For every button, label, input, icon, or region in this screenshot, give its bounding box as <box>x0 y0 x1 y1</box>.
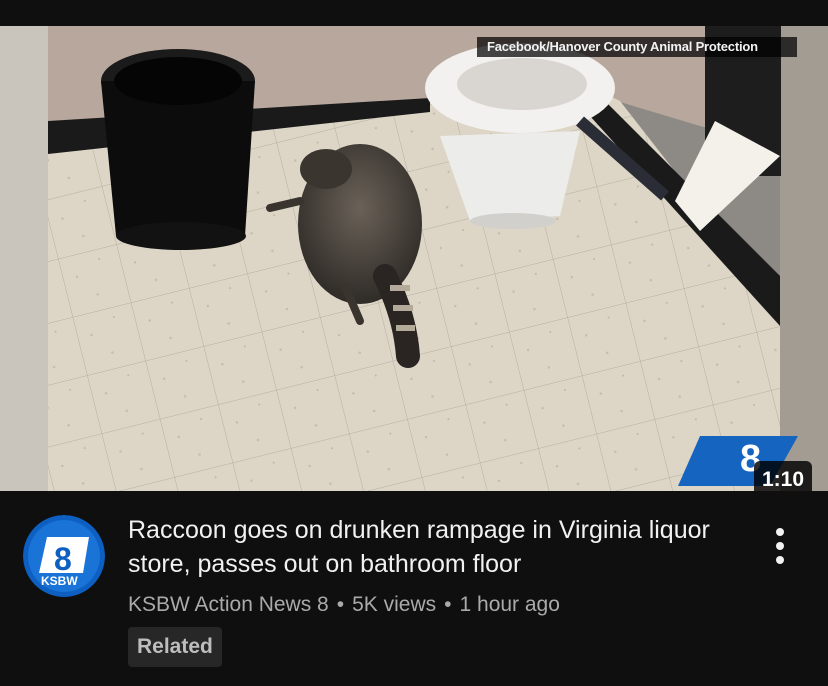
upload-age: 1 hour ago <box>459 593 560 616</box>
more-vertical-icon <box>776 528 784 536</box>
more-options-button[interactable] <box>762 526 798 566</box>
duration-badge: 1:10 <box>753 461 812 491</box>
avatar-label: KSBW <box>41 574 78 588</box>
channel-name[interactable]: KSBW Action News 8 <box>128 593 329 616</box>
ksbw-logo-icon: 8 KSBW <box>23 515 105 597</box>
separator-dot: • <box>444 593 452 616</box>
video-title[interactable]: Raccoon goes on drunken rampage in Virgi… <box>128 513 718 581</box>
more-vertical-icon <box>776 542 784 550</box>
raccoon-bathroom-image: 8 <box>0 26 828 491</box>
source-credit-label: Facebook/Hanover County Animal Protectio… <box>477 37 797 57</box>
related-badge: Related <box>128 627 222 667</box>
view-count: 5K views <box>352 593 437 616</box>
avatar-number: 8 <box>54 541 72 577</box>
video-thumbnail[interactable]: 8 1:10 <box>0 26 828 491</box>
more-vertical-icon <box>776 556 784 564</box>
separator-dot: • <box>336 593 345 616</box>
channel-avatar[interactable]: 8 KSBW <box>23 515 105 597</box>
video-metadata: KSBW Action News 8 • 5K views • 1 hour ago <box>128 590 560 620</box>
